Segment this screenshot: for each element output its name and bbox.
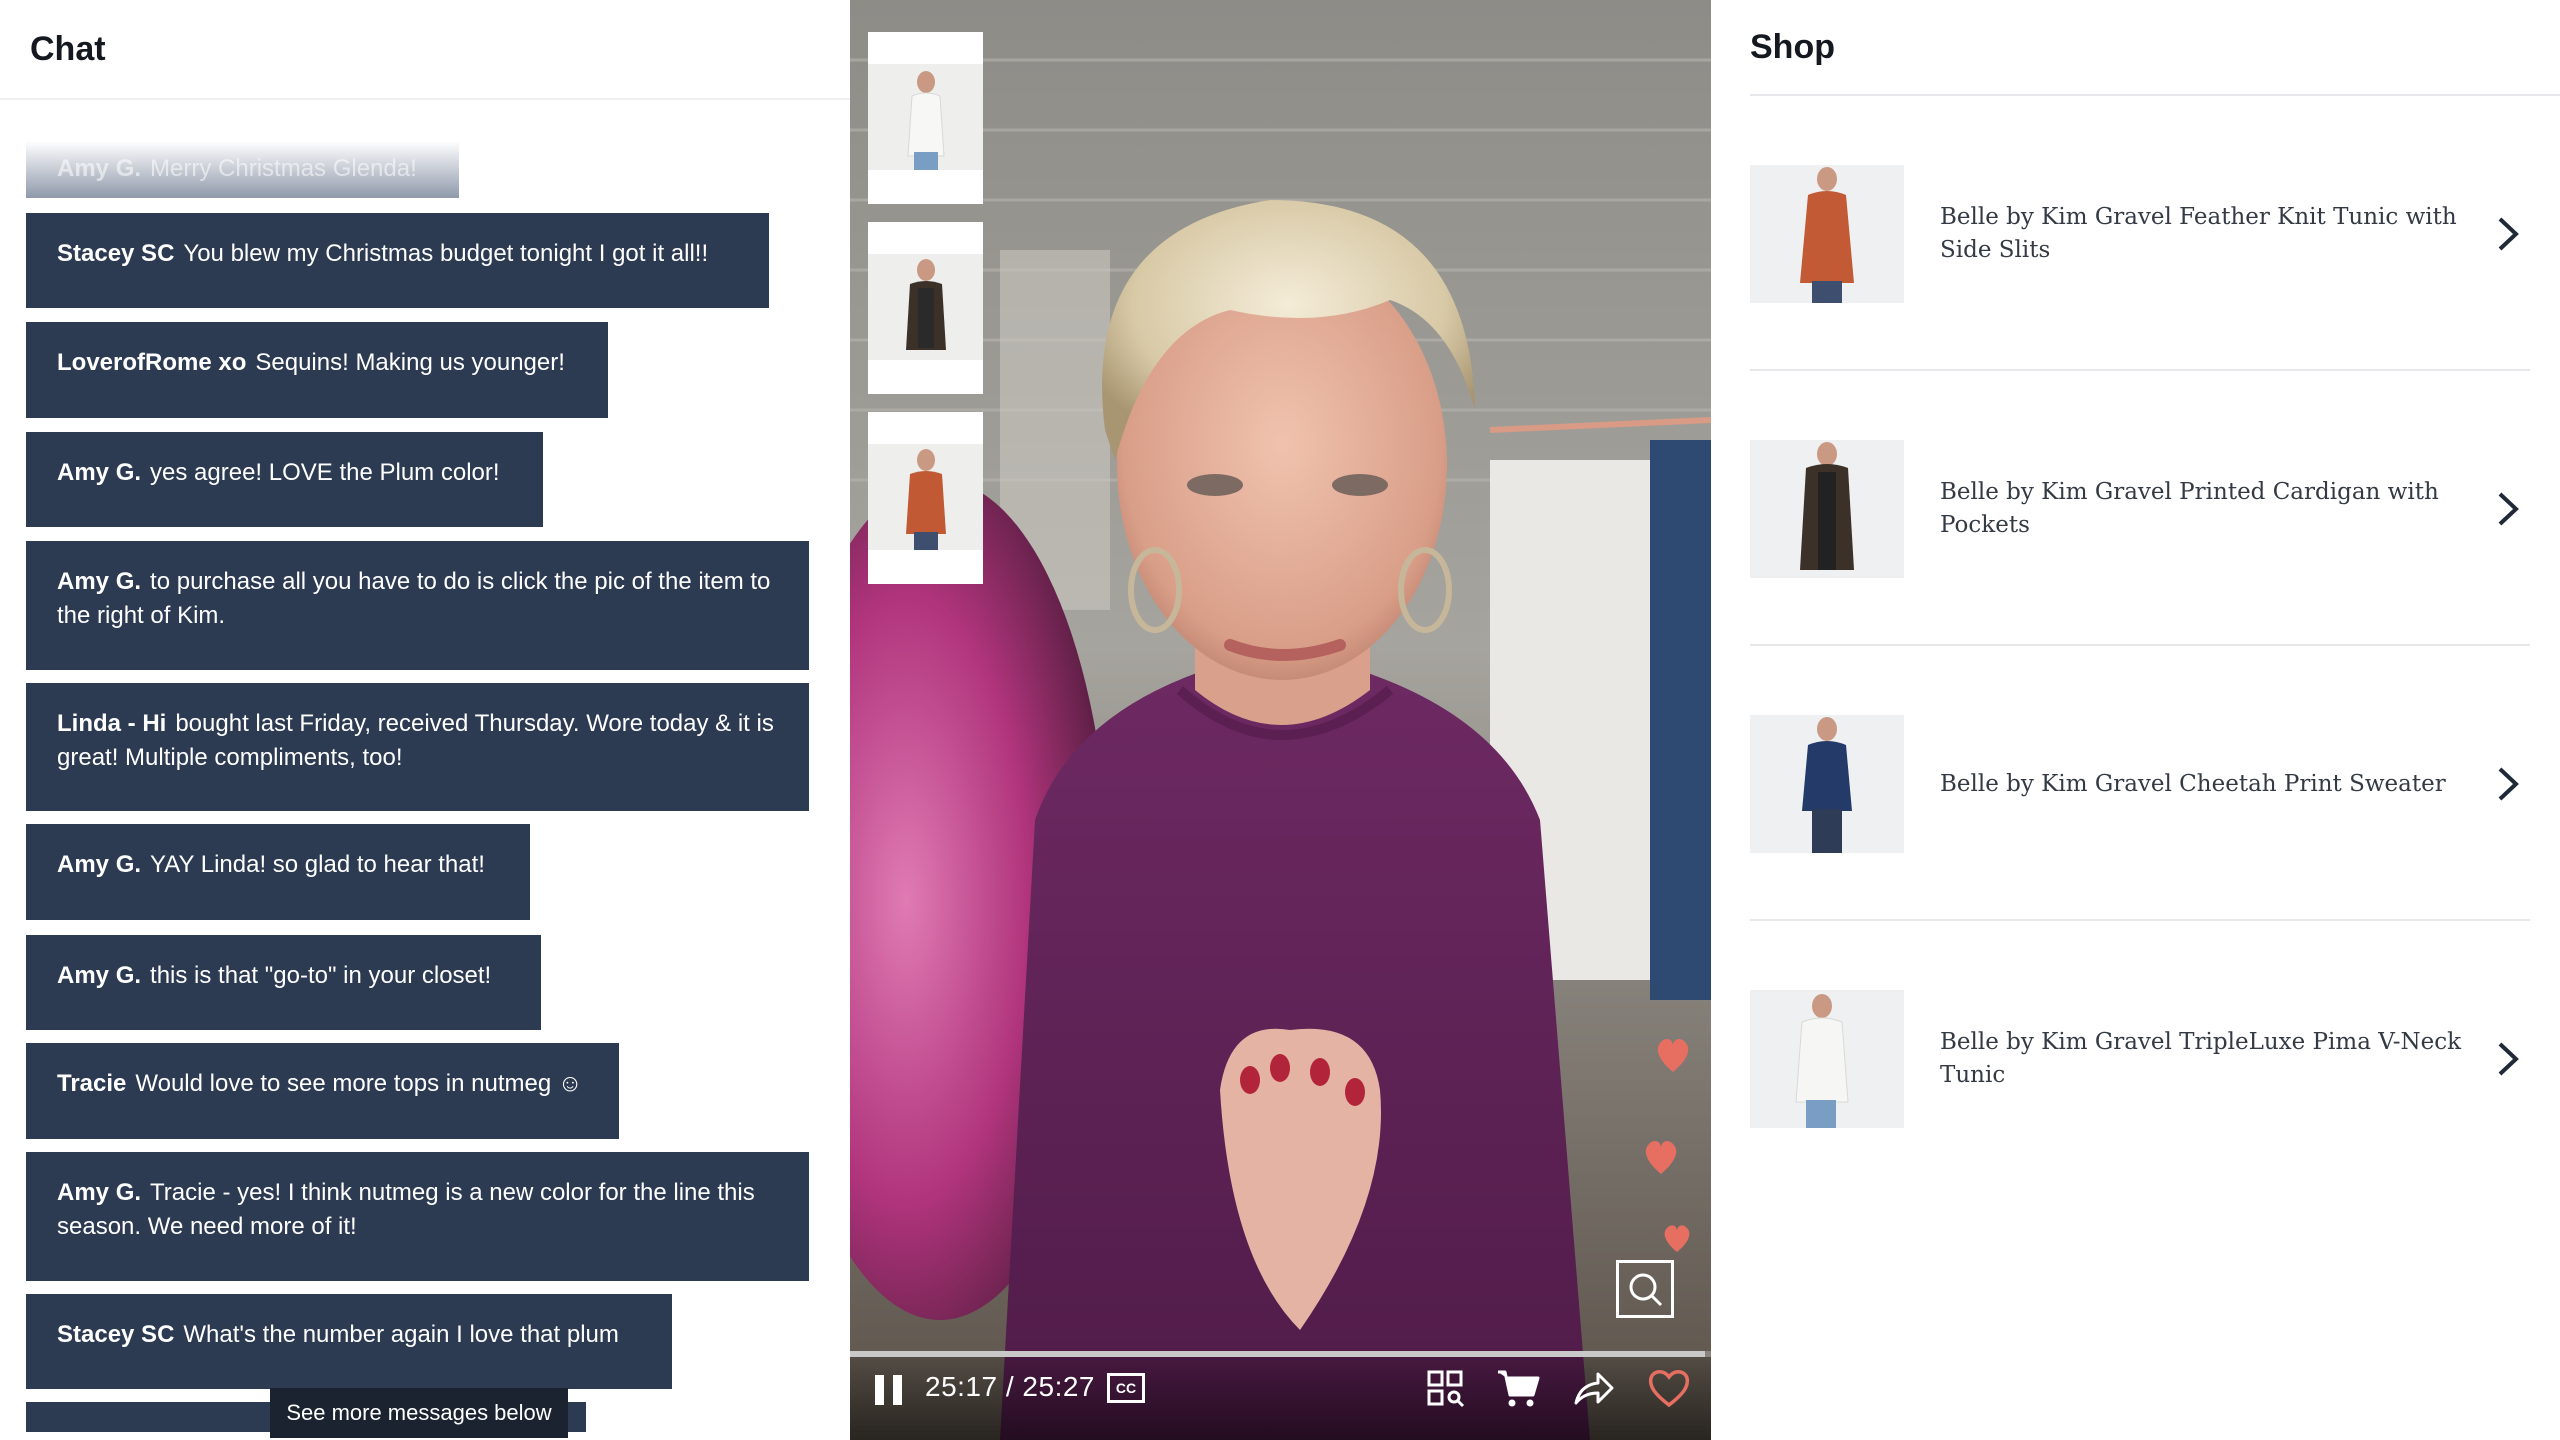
heart-icon[interactable] <box>1646 1365 1692 1411</box>
chat-message-text: Would love to see more tops in nutmeg ☺ <box>135 1070 583 1097</box>
zoom-search-button[interactable] <box>1616 1260 1674 1318</box>
heart-reaction-icon <box>1657 1039 1689 1072</box>
chat-message-user: Amy G. <box>57 851 142 878</box>
heart-reaction-icon <box>1664 1225 1690 1252</box>
chat-message: Stacey SC You blew my Christmas budget to… <box>26 213 769 308</box>
pause-icon <box>893 1375 902 1405</box>
zoom-search-icon <box>1629 1273 1663 1307</box>
product-item[interactable]: Belle by Kim Gravel Cheetah Print Sweate… <box>1750 647 2530 921</box>
pause-icon <box>875 1375 884 1405</box>
product-name: Belle by Kim Gravel Cheetah Print Sweate… <box>1940 770 2446 797</box>
time-separator: / <box>997 1371 1023 1402</box>
chat-message-user: Stacey SC <box>57 1321 175 1348</box>
chat-message-text: to purchase all you have to do is click … <box>57 568 771 629</box>
product-item[interactable]: Belle by Kim Gravel Feather Knit Tunic w… <box>1750 97 2530 371</box>
video-product-thumbnail[interactable] <box>868 222 983 394</box>
video-product-thumbnail[interactable] <box>868 32 983 204</box>
duration: 25:27 <box>1022 1371 1095 1402</box>
video-product-thumbnail-image <box>868 254 983 360</box>
chat-message-text: Merry Christmas Glenda! <box>150 155 417 182</box>
chat-message: Amy G. yes agree! LOVE the Plum color! <box>26 432 543 527</box>
chat-message-text: You blew my Christmas budget tonight I g… <box>183 240 709 267</box>
chat-message-user: Linda - Hi <box>57 710 167 737</box>
product-image <box>1750 165 1904 303</box>
chat-message: Amy G. to purchase all you have to do is … <box>26 541 809 670</box>
chat-message: Linda - Hi bought last Friday, received T… <box>26 683 809 811</box>
shop-title: Shop <box>1750 27 1835 66</box>
chat-message-text: YAY Linda! so glad to hear that! <box>150 851 485 878</box>
chat-panel: Chat Amy G. Merry Christmas Glenda! Stace… <box>0 0 850 1440</box>
chevron-right-icon <box>2498 1042 2519 1076</box>
chat-message: LoverofRome xo Sequins! Making us younger… <box>26 322 608 418</box>
chat-message: Stacey SC What's the number again I love … <box>26 1294 672 1389</box>
product-name: Belle by Kim Gravel Feather Knit Tunic w… <box>1940 204 2457 263</box>
chevron-right-icon <box>2498 767 2519 801</box>
chat-title: Chat <box>30 29 106 68</box>
chat-message-user: Amy G. <box>57 1179 142 1206</box>
chat-message-text: this is that "go-to" in your closet! <box>150 962 492 989</box>
chat-message: Amy G. YAY Linda! so glad to hear that! <box>26 824 530 920</box>
video-controls: 25:17 / 25:27 CC <box>850 1357 1711 1440</box>
chat-message-text: yes agree! LOVE the Plum color! <box>150 459 500 486</box>
chat-message: Amy G. this is that "go-to" in your close… <box>26 935 541 1030</box>
heart-reaction-icon <box>1645 1141 1677 1174</box>
product-thumbnail-strip <box>868 32 983 602</box>
chat-message-text: Tracie - yes! I think nutmeg is a new co… <box>57 1179 755 1240</box>
video-time-display: 25:17 / 25:27 <box>925 1371 1095 1403</box>
video-product-thumbnail[interactable] <box>868 412 983 584</box>
video-product-thumbnail-image <box>868 444 983 550</box>
chat-message-text: What's the number again I love that plum <box>183 1321 619 1348</box>
cart-icon[interactable] <box>1495 1365 1541 1411</box>
product-image <box>1750 715 1904 853</box>
chat-message: Tracie Would love to see more tops in nut… <box>26 1043 619 1139</box>
video-product-thumbnail-image <box>868 64 983 170</box>
product-name: Belle by Kim Gravel Printed Cardigan wit… <box>1940 479 2439 538</box>
chat-message-text: Sequins! Making us younger! <box>255 349 565 376</box>
share-icon[interactable] <box>1570 1365 1616 1411</box>
chat-message: Amy G. Merry Christmas Glenda! <box>26 136 459 198</box>
product-item[interactable]: Belle by Kim Gravel Printed Cardigan wit… <box>1750 372 2530 646</box>
floating-hearts <box>1645 1039 1690 1252</box>
chat-header: Chat <box>0 0 850 100</box>
product-name: Belle by Kim Gravel TripleLuxe Pima V-Ne… <box>1940 1029 2462 1088</box>
shop-header: Shop <box>1750 0 2560 96</box>
see-more-messages-button[interactable]: See more messages below <box>270 1388 568 1438</box>
chat-message-user: Amy G. <box>57 962 142 989</box>
closed-captions-button[interactable]: CC <box>1107 1373 1145 1403</box>
pause-button[interactable] <box>875 1375 905 1409</box>
product-image <box>1750 440 1904 578</box>
chat-message-user: LoverofRome xo <box>57 349 247 376</box>
chat-message-user: Amy G. <box>57 459 142 486</box>
chevron-right-icon <box>2498 492 2519 526</box>
product-image <box>1750 990 1904 1128</box>
chevron-right-icon <box>2498 217 2519 251</box>
video-player[interactable]: 25:17 / 25:27 CC <box>850 0 1711 1440</box>
chat-message: Amy G. Tracie - yes! I think nutmeg is a … <box>26 1152 809 1281</box>
chat-message-user: Amy G. <box>57 568 142 595</box>
chat-message-user: Stacey SC <box>57 240 175 267</box>
grid-icon[interactable] <box>1422 1365 1468 1411</box>
product-item[interactable]: Belle by Kim Gravel TripleLuxe Pima V-Ne… <box>1750 922 2530 1196</box>
current-time: 25:17 <box>925 1371 998 1402</box>
chat-message-user: Amy G. <box>57 155 142 182</box>
chat-message-user: Tracie <box>57 1070 127 1097</box>
shop-panel: Shop Belle by Kim Gravel Feather Knit Tu… <box>1711 0 2560 1440</box>
